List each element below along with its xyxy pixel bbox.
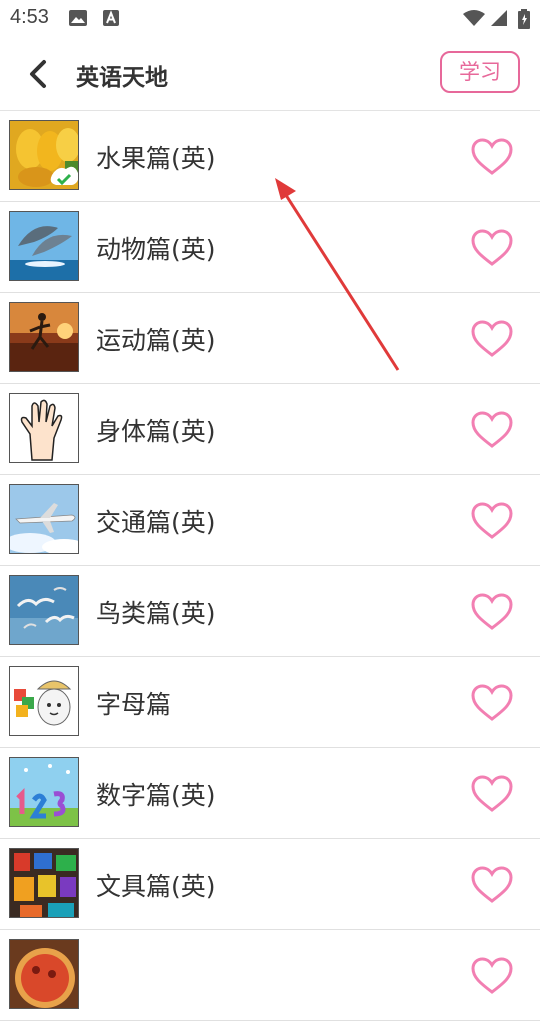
battery-icon [518, 9, 530, 33]
runner-icon [9, 302, 79, 372]
item-label: 身体篇(英) [96, 417, 216, 446]
list-item[interactable]: 水果篇(英) [0, 111, 540, 202]
heart-icon[interactable] [470, 956, 514, 996]
app-header: 英语天地 学习 [0, 36, 540, 111]
airplane-icon [9, 484, 79, 554]
item-label: 鸟类篇(英) [96, 599, 216, 628]
heart-icon[interactable] [470, 592, 514, 632]
cell-signal-icon [490, 9, 508, 31]
dolphin-icon [9, 211, 79, 281]
wifi-icon [462, 9, 486, 31]
list-item[interactable]: 鸟类篇(英) [0, 566, 540, 657]
list-item[interactable]: 运动篇(英) [0, 293, 540, 384]
seagull-icon [9, 575, 79, 645]
page-title: 英语天地 [76, 65, 168, 91]
image-notification-icon [68, 9, 88, 31]
item-label: 水果篇(英) [96, 144, 216, 173]
list-item[interactable]: 数字篇(英) [0, 748, 540, 839]
category-list: 水果篇(英) 动物篇(英) 运动篇(英) 身体篇(英) 交通篇(英) 鸟类篇(英… [0, 111, 540, 1021]
list-item[interactable]: 动物篇(英) [0, 202, 540, 293]
list-item[interactable]: 身体篇(英) [0, 384, 540, 475]
list-item[interactable]: 字母篇 [0, 657, 540, 748]
alphabet-cartoon-icon [9, 666, 79, 736]
app-notification-icon [102, 9, 120, 31]
status-bar: 4:53 [0, 0, 540, 36]
fruit-mango-icon [9, 120, 79, 190]
item-label: 数字篇(英) [96, 781, 216, 810]
status-time: 4:53 [10, 6, 49, 28]
hand-icon [9, 393, 79, 463]
item-label: 交通篇(英) [96, 508, 216, 537]
heart-icon[interactable] [470, 774, 514, 814]
heart-icon[interactable] [470, 319, 514, 359]
item-label: 动物篇(英) [96, 235, 216, 264]
back-button[interactable] [18, 54, 58, 94]
list-item[interactable]: 交通篇(英) [0, 475, 540, 566]
item-label: 字母篇 [96, 690, 172, 719]
list-item[interactable] [0, 930, 540, 1021]
learn-button[interactable]: 学习 [440, 51, 520, 93]
paint-supplies-icon [9, 848, 79, 918]
chevron-left-icon [30, 60, 46, 88]
item-label: 文具篇(英) [96, 872, 216, 901]
heart-icon[interactable] [470, 137, 514, 177]
numbers-icon [9, 757, 79, 827]
heart-icon[interactable] [470, 865, 514, 905]
list-item[interactable]: 文具篇(英) [0, 839, 540, 930]
item-label: 运动篇(英) [96, 326, 216, 355]
heart-icon[interactable] [470, 410, 514, 450]
heart-icon[interactable] [470, 683, 514, 723]
pizza-icon [9, 939, 79, 1009]
heart-icon[interactable] [470, 228, 514, 268]
heart-icon[interactable] [470, 501, 514, 541]
